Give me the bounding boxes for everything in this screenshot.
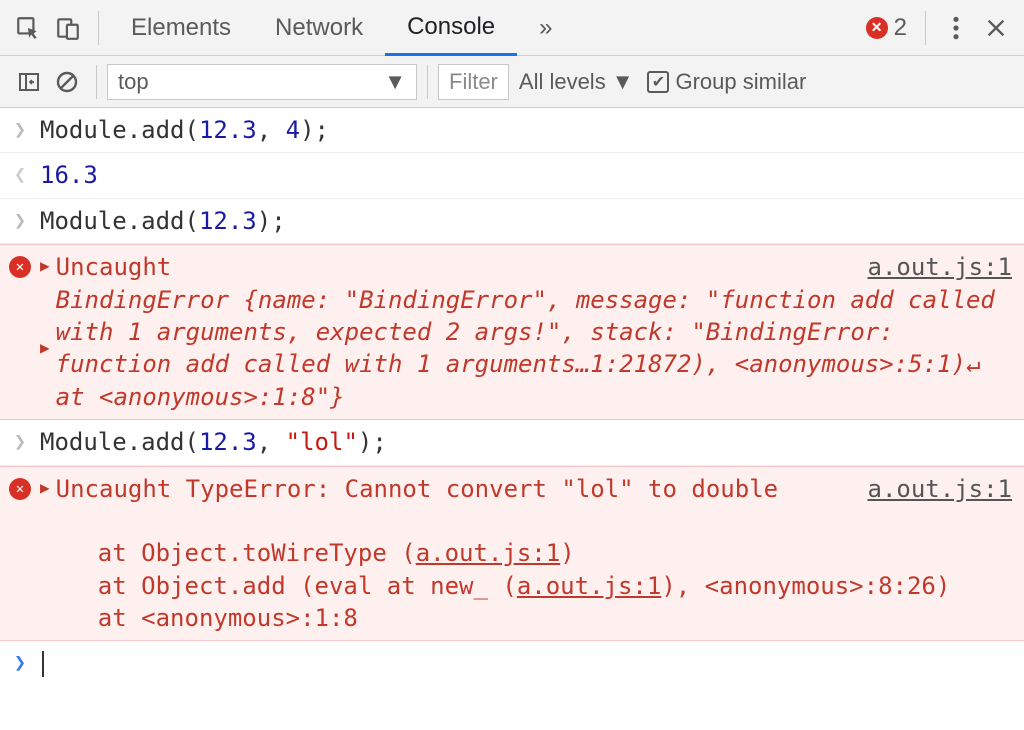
error-icon: ✕ (9, 478, 31, 500)
console-input: Module.add(12.3, 4); (40, 114, 1024, 146)
panel-tabs: Elements Network Console » (109, 0, 575, 55)
error-count-badge[interactable]: ✕ 2 (866, 14, 907, 42)
expand-triangle-icon[interactable]: ▶ (40, 333, 50, 363)
console-error-row: ✕ a.out.js:1 ▶ Uncaught ▶ BindingError {… (0, 244, 1024, 420)
group-similar-label: Group similar (675, 69, 806, 95)
expand-triangle-icon[interactable]: ▶ (40, 473, 50, 503)
levels-label: All levels (519, 69, 606, 95)
console-output: 16.3 (40, 159, 1024, 191)
error-source-link[interactable]: a.out.js:1 (868, 473, 1013, 505)
error-source-link[interactable]: a.out.js:1 (868, 251, 1013, 283)
log-levels-selector[interactable]: All levels ▼ (519, 69, 634, 95)
console-output-row: 16.3 (0, 153, 1024, 198)
input-chevron-icon (14, 117, 26, 141)
console-prompt-input[interactable] (40, 647, 1024, 679)
stack-source-link[interactable]: a.out.js:1 (416, 539, 561, 567)
separator (427, 65, 428, 99)
expand-triangle-icon[interactable]: ▶ (40, 251, 50, 281)
console-input-row: Module.add(12.3); (0, 199, 1024, 244)
text-cursor (42, 651, 44, 677)
clear-console-icon[interactable] (48, 63, 86, 101)
console-input: Module.add(12.3); (40, 205, 1024, 237)
separator (98, 11, 99, 45)
devtools-tabbar: Elements Network Console » ✕ 2 (0, 0, 1024, 56)
tab-more[interactable]: » (517, 0, 574, 55)
prompt-chevron-icon (14, 650, 26, 674)
input-chevron-icon (14, 429, 26, 453)
console-input: Module.add(12.3, "lol"); (40, 426, 1024, 458)
console-error-row: ✕ a.out.js:1 ▶ Uncaught TypeError: Canno… (0, 466, 1024, 642)
error-icon: ✕ (9, 256, 31, 278)
error-object: BindingError {name: "BindingError", mess… (56, 284, 1012, 414)
error-title: Uncaught TypeError: Cannot convert "lol"… (56, 473, 778, 505)
context-value: top (118, 69, 149, 95)
error-icon: ✕ (866, 17, 888, 39)
tab-elements[interactable]: Elements (109, 0, 253, 55)
device-toolbar-icon[interactable] (48, 8, 88, 48)
close-icon[interactable] (976, 8, 1016, 48)
console-log: Module.add(12.3, 4); 16.3 Module.add(12.… (0, 108, 1024, 686)
separator (96, 65, 97, 99)
group-similar-checkbox[interactable]: ✔ (647, 71, 669, 93)
error-title: Uncaught (56, 251, 172, 283)
console-prompt-row[interactable] (0, 641, 1024, 685)
separator (925, 11, 926, 45)
filter-placeholder: Filter (449, 69, 498, 95)
output-chevron-icon (14, 162, 26, 186)
console-input-row: Module.add(12.3, 4); (0, 108, 1024, 153)
tab-console[interactable]: Console (385, 0, 517, 56)
console-toolbar: top ▼ Filter All levels ▼ ✔ Group simila… (0, 56, 1024, 108)
chevron-down-icon: ▼ (384, 69, 406, 95)
inspect-element-icon[interactable] (8, 8, 48, 48)
context-selector[interactable]: top ▼ (107, 64, 417, 100)
error-count: 2 (894, 14, 907, 42)
filter-input[interactable]: Filter (438, 64, 509, 100)
tab-network[interactable]: Network (253, 0, 385, 55)
input-chevron-icon (14, 208, 26, 232)
sidebar-toggle-icon[interactable] (10, 63, 48, 101)
console-input-row: Module.add(12.3, "lol"); (0, 420, 1024, 465)
stack-source-link[interactable]: a.out.js:1 (517, 572, 662, 600)
chevron-down-icon: ▼ (612, 69, 634, 95)
kebab-menu-icon[interactable] (936, 8, 976, 48)
error-stack: at Object.toWireType (a.out.js:1) at Obj… (40, 505, 1012, 635)
